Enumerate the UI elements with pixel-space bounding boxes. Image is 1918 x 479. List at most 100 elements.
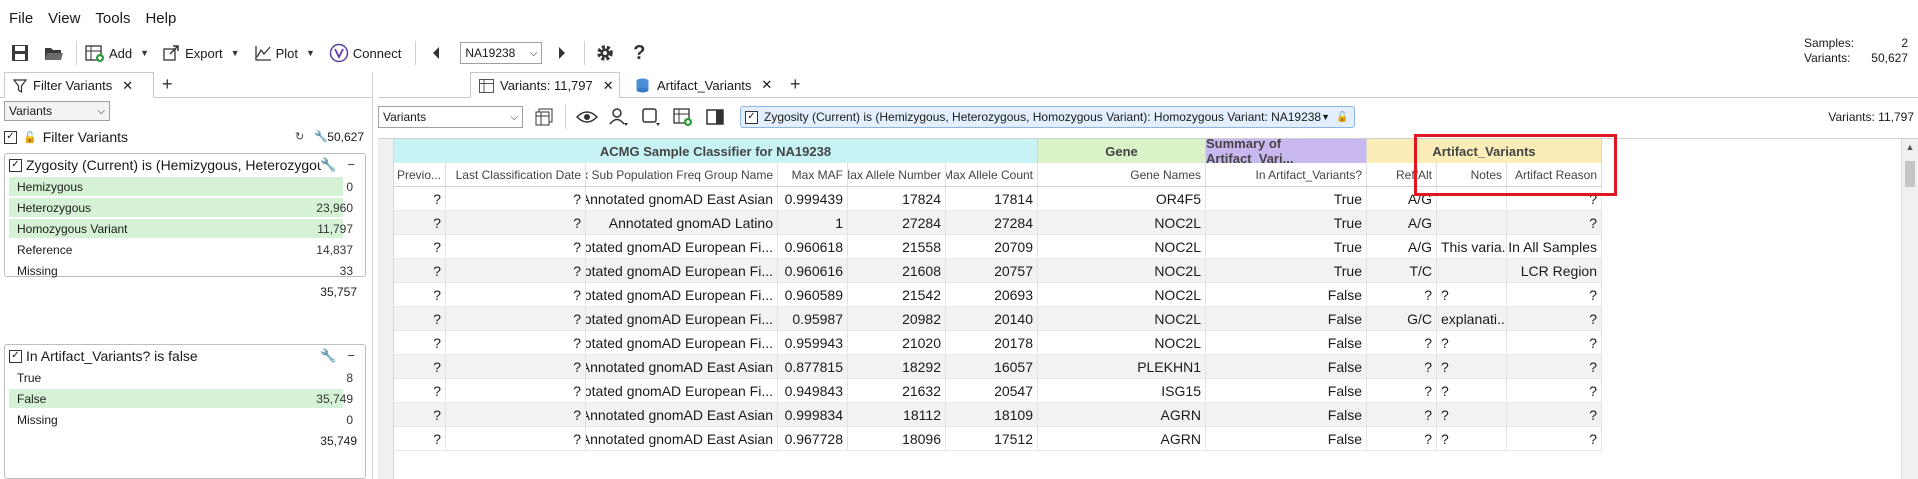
close-icon[interactable]: ✕ — [761, 77, 772, 93]
table-cell[interactable]: 0.999834 — [778, 403, 848, 427]
table-cell[interactable]: 20140 — [946, 307, 1038, 331]
table-cell[interactable]: ISG15 — [1038, 379, 1206, 403]
side-panel-icon[interactable] — [704, 106, 726, 128]
table-cell[interactable]: Annotated gnomAD East Asian — [586, 187, 778, 211]
table-cell[interactable]: ? — [1507, 283, 1602, 307]
table-cell[interactable]: 16057 — [946, 355, 1038, 379]
column-group-header[interactable]: Summary of Artifact_Vari... — [1206, 139, 1367, 166]
table-source-select[interactable]: Variants ⌵ — [378, 106, 523, 128]
filter-option[interactable]: Homozygous Variant 11,797 — [9, 218, 361, 239]
wrench-icon[interactable]: 🔧 — [320, 348, 336, 363]
person-icon[interactable] — [608, 106, 630, 128]
table-cell[interactable]: 0.877815 — [778, 355, 848, 379]
table-cell[interactable]: ? — [1507, 331, 1602, 355]
add-button[interactable]: Add ▼ — [85, 44, 149, 62]
table-cell[interactable]: 17824 — [848, 187, 946, 211]
column-header[interactable]: Max Sub Population Freq Group Name — [586, 163, 778, 187]
table-cell[interactable]: ? — [446, 427, 586, 451]
table-row[interactable]: ?? Annotated gnomAD Latino 1 27284 27284 NOC2… — [394, 211, 1602, 235]
table-cell[interactable]: False — [1206, 427, 1367, 451]
plot-button[interactable]: Plot ▼ — [254, 44, 315, 62]
unlock-icon[interactable]: 🔓 — [1336, 112, 1348, 123]
table-cell[interactable]: Annotated gnomAD Latino — [586, 211, 778, 235]
table-cell[interactable]: This varia... — [1437, 235, 1507, 259]
vertical-scrollbar[interactable]: ▲ — [1901, 139, 1918, 479]
next-sample-icon[interactable] — [550, 41, 574, 65]
table-cell[interactable]: Annotated gnomAD European Fi... — [586, 235, 778, 259]
table-row[interactable]: ??Annotated gnomAD European Fi...0.96061… — [394, 235, 1602, 259]
table-cell[interactable]: 21608 — [848, 259, 946, 283]
table-cell[interactable]: AGRN — [1038, 403, 1206, 427]
table-cell[interactable]: NOC2L — [1038, 307, 1206, 331]
table-cell[interactable]: ? — [446, 403, 586, 427]
table-cell[interactable]: False — [1206, 331, 1367, 355]
table-cell[interactable]: ? — [1507, 403, 1602, 427]
table-cell[interactable]: ? — [446, 187, 586, 211]
table-cell[interactable]: ? — [394, 211, 446, 235]
sample-select[interactable]: NA19238 ⌵ — [460, 42, 543, 64]
filter-card-checkbox[interactable]: ✓ — [9, 349, 22, 363]
active-filter-chip[interactable]: ✓ Zygosity (Current) is (Hemizygous, Het… — [740, 106, 1356, 128]
table-cell[interactable]: ? — [394, 331, 446, 355]
table-cell[interactable]: PLEKHN1 — [1038, 355, 1206, 379]
table-cell[interactable]: True — [1206, 187, 1367, 211]
table-cell[interactable] — [1437, 211, 1507, 235]
column-chooser-icon[interactable] — [533, 106, 555, 128]
table-cell[interactable] — [1437, 259, 1507, 283]
table-cell[interactable]: NOC2L — [1038, 211, 1206, 235]
table-cell[interactable]: ? — [1507, 379, 1602, 403]
table-cell[interactable]: explanati... — [1437, 307, 1507, 331]
table-cell[interactable]: ? — [446, 259, 586, 283]
table-cell[interactable]: ? — [1507, 307, 1602, 331]
table-cell[interactable]: A/G — [1367, 211, 1437, 235]
table-cell[interactable]: False — [1206, 355, 1367, 379]
filter-option[interactable]: Missing 0 — [9, 409, 361, 430]
open-folder-icon[interactable] — [42, 41, 66, 65]
table-cell[interactable]: ? — [446, 283, 586, 307]
table-cell[interactable]: 21632 — [848, 379, 946, 403]
table-cell[interactable]: 20982 — [848, 307, 946, 331]
column-header[interactable]: Max MAF — [778, 163, 848, 187]
filter-card-checkbox[interactable]: ✓ — [9, 158, 22, 172]
table-cell[interactable]: ? — [446, 355, 586, 379]
table-row[interactable]: ?? Annotated gnomAD East Asian 0.967728 180… — [394, 427, 1602, 451]
table-cell[interactable]: NOC2L — [1038, 259, 1206, 283]
table-cell[interactable]: 17512 — [946, 427, 1038, 451]
reset-icon[interactable]: ↻ — [295, 130, 304, 143]
table-cell[interactable]: ? — [394, 355, 446, 379]
table-cell[interactable]: LCR Region — [1507, 259, 1602, 283]
table-row[interactable]: ?? Annotated gnomAD East Asian 0.999834 181… — [394, 403, 1602, 427]
table-cell[interactable]: ? — [446, 379, 586, 403]
table-cell[interactable]: True — [1206, 235, 1367, 259]
column-header[interactable]: Artifact Reason — [1507, 163, 1602, 187]
table-cell[interactable]: Annotated gnomAD European Fi... — [586, 259, 778, 283]
table-row[interactable]: ??Annotated gnomAD European Fi...0.96061… — [394, 259, 1602, 283]
filter-option[interactable]: Heterozygous 23,960 — [9, 197, 361, 218]
table-cell[interactable]: ? — [1437, 331, 1507, 355]
table-cell[interactable]: 18109 — [946, 403, 1038, 427]
filter-option[interactable]: Reference 14,837 — [9, 239, 361, 260]
wrench-icon[interactable]: 🔧 — [314, 130, 328, 143]
table-cell[interactable]: ? — [394, 283, 446, 307]
menu-view[interactable]: View — [45, 10, 92, 27]
table-cell[interactable]: G/C — [1367, 307, 1437, 331]
column-group-header[interactable]: ACMG Sample Classifier for NA19238 — [394, 139, 1038, 163]
table-cell[interactable]: ? — [394, 427, 446, 451]
table-cell[interactable]: In All Samples — [1507, 235, 1602, 259]
menu-tools[interactable]: Tools — [92, 10, 142, 27]
table-cell[interactable]: True — [1206, 211, 1367, 235]
filter-option[interactable]: False 35,749 — [9, 388, 361, 409]
table-cell[interactable]: 0.967728 — [778, 427, 848, 451]
table-cell[interactable]: NOC2L — [1038, 283, 1206, 307]
table-cell[interactable]: Annotated gnomAD East Asian — [586, 355, 778, 379]
table-cell[interactable]: ? — [1437, 379, 1507, 403]
table-cell[interactable]: 0.95987 — [778, 307, 848, 331]
table-cell[interactable]: 21542 — [848, 283, 946, 307]
table-cell[interactable]: 0.960616 — [778, 259, 848, 283]
scroll-up-icon[interactable]: ▲ — [1902, 139, 1918, 155]
table-cell[interactable]: 17814 — [946, 187, 1038, 211]
table-cell[interactable]: 21020 — [848, 331, 946, 355]
table-cell[interactable]: False — [1206, 307, 1367, 331]
table-cell[interactable]: 27284 — [946, 211, 1038, 235]
table-row[interactable]: ?? Annotated gnomAD East Asian 0.877815 182… — [394, 355, 1602, 379]
